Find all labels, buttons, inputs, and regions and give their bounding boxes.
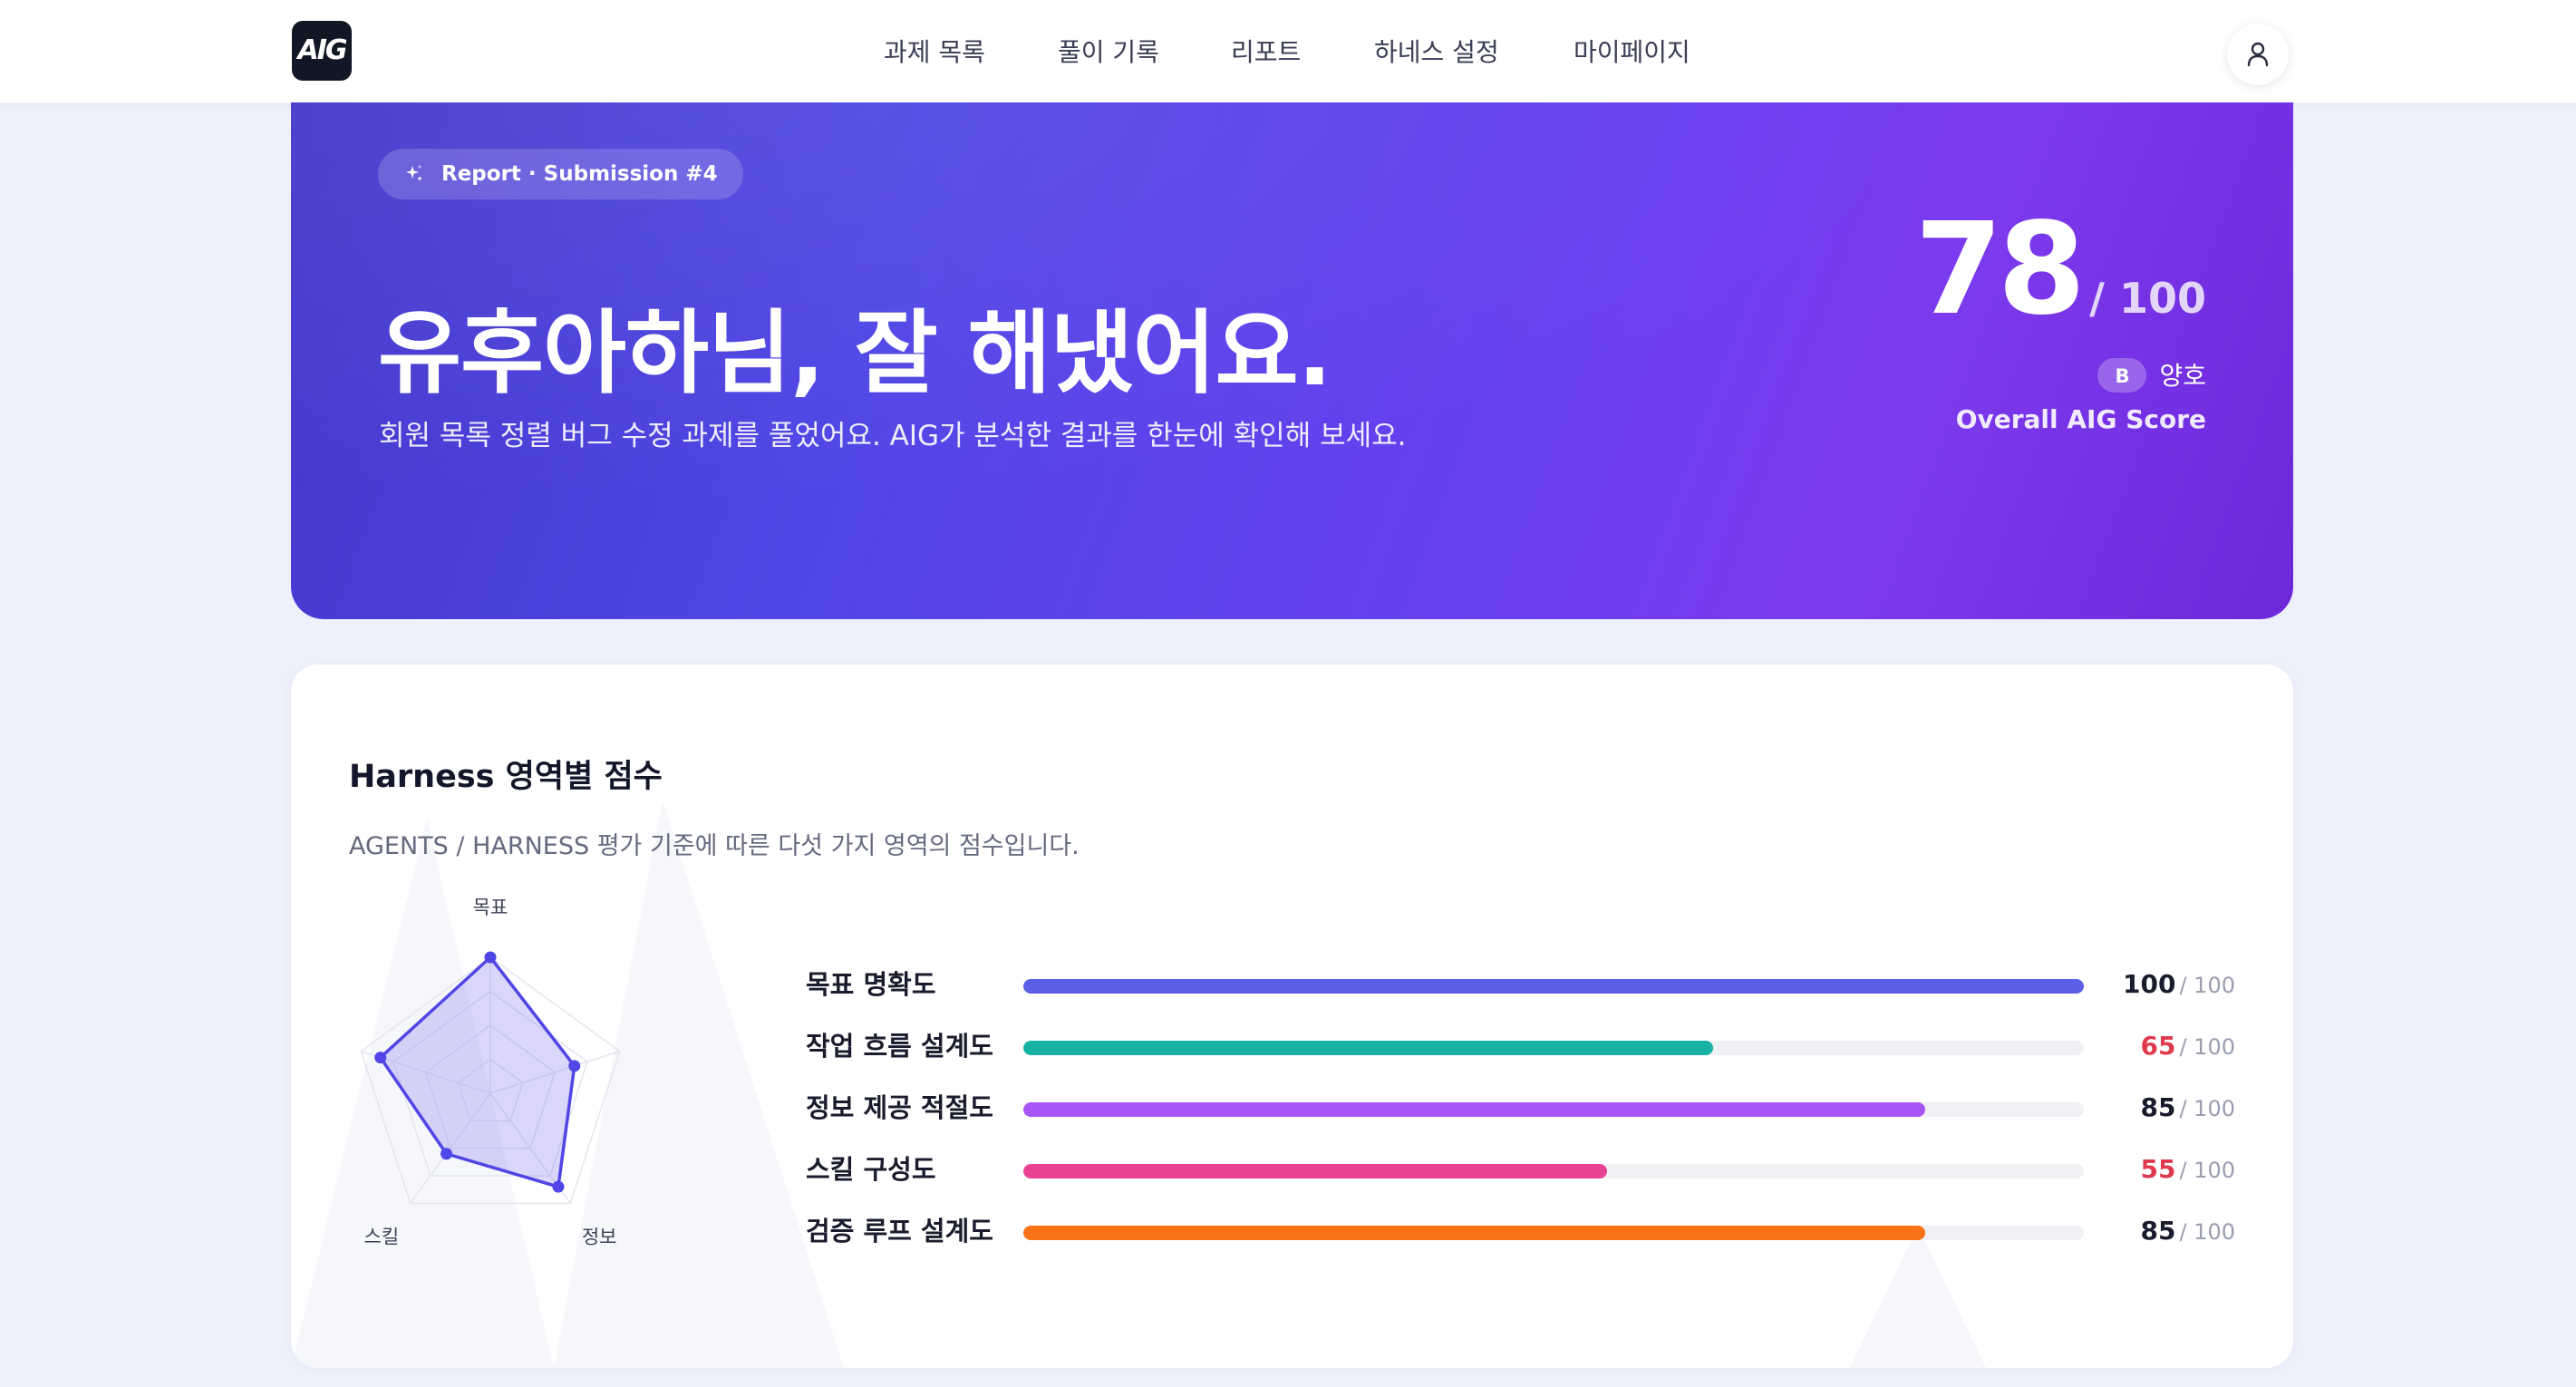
nav-item-harness-settings[interactable]: 하네스 설정 <box>1374 33 1499 69</box>
score-bar-value: 85 <box>2140 1092 2176 1122</box>
nav-item-report[interactable]: 리포트 <box>1231 33 1301 69</box>
overall-score: 78/ 100 <box>1914 207 2206 334</box>
page-subtitle: 회원 목록 정렬 버그 수정 과제를 풀었어요. AIG가 분석한 결과를 한눈… <box>379 420 1407 452</box>
score-bar-track <box>1023 1041 2084 1055</box>
score-bar-value: 65 <box>2140 1031 2176 1061</box>
score-bar-max: / 100 <box>2179 1096 2235 1121</box>
nav-item-history[interactable]: 풀이 기록 <box>1058 33 1159 69</box>
submission-chip: Report · Submission #4 <box>378 149 743 199</box>
score-bar-score: 65/ 100 <box>2141 1028 2236 1068</box>
score-bar-track <box>1023 979 2084 994</box>
score-bar-label: 검증 루프 설계도 <box>806 1216 993 1246</box>
score-bar-track <box>1023 1226 2084 1240</box>
score-bar-max: / 100 <box>2179 1034 2235 1060</box>
score-bar-max: / 100 <box>2179 973 2235 998</box>
score-bar-row: 목표 명확도 100/ 100 <box>291 966 2293 1003</box>
nav-item-tasks[interactable]: 과제 목록 <box>884 33 985 69</box>
overall-score-label: Overall AIG Score <box>1955 404 2206 434</box>
report-hero-banner: Report · Submission #4 유후아하님, 잘 해냈어요. 회원… <box>291 102 2293 619</box>
score-bar-value: 100 <box>2123 969 2176 999</box>
score-bar-list: 목표 명확도 100/ 100 작업 흐름 설계도 65/ 100 정보 제공 적절도 8… <box>291 664 2293 1368</box>
nav-item-mypage[interactable]: 마이페이지 <box>1574 33 1690 69</box>
score-bar-row: 검증 루프 설계도 85/ 100 <box>291 1213 2293 1249</box>
score-bar-track <box>1023 1164 2084 1178</box>
score-bar-value: 55 <box>2140 1154 2176 1184</box>
score-bar-score: 85/ 100 <box>2141 1090 2236 1130</box>
page-title: 유후아하님, 잘 해냈어요. <box>378 300 1332 406</box>
score-bar-track <box>1023 1102 2084 1117</box>
submission-chip-label: Report · Submission #4 <box>441 162 718 186</box>
score-bar-label: 작업 흐름 설계도 <box>806 1031 993 1062</box>
score-bar-label: 목표 명확도 <box>806 969 936 1000</box>
score-bar-max: / 100 <box>2179 1158 2235 1183</box>
grade-badge: B <box>2097 358 2147 393</box>
score-bar-label: 정보 제공 적절도 <box>806 1092 993 1123</box>
score-bar-fill <box>1023 1226 1925 1240</box>
top-navigation-bar: AIG 과제 목록 풀이 기록 리포트 하네스 설정 마이페이지 <box>0 0 2576 104</box>
score-bar-fill <box>1023 1041 1713 1055</box>
score-bar-fill <box>1023 1102 1925 1117</box>
grade-label: 양호 <box>2159 361 2206 391</box>
harness-score-card: Harness 영역별 점수 AGENTS / HARNESS 평가 기준에 따… <box>291 664 2293 1368</box>
overall-score-value: 78 <box>1914 196 2086 344</box>
score-bar-row: 작업 흐름 설계도 65/ 100 <box>291 1028 2293 1064</box>
score-bar-max: / 100 <box>2179 1219 2235 1245</box>
score-bar-label: 스킬 구성도 <box>806 1154 936 1185</box>
user-icon <box>2247 42 2269 67</box>
overall-score-max: / 100 <box>2089 274 2206 323</box>
score-bar-fill <box>1023 1164 1607 1178</box>
score-bar-score: 100/ 100 <box>2123 966 2235 1006</box>
sparkle-icon <box>406 165 422 181</box>
user-profile-button[interactable] <box>2227 24 2289 85</box>
score-bar-score: 55/ 100 <box>2141 1151 2236 1191</box>
score-bar-score: 85/ 100 <box>2141 1213 2236 1253</box>
main-nav: 과제 목록 풀이 기록 리포트 하네스 설정 마이페이지 <box>0 0 2576 102</box>
score-bar-value: 85 <box>2140 1216 2176 1246</box>
score-bar-row: 정보 제공 적절도 85/ 100 <box>291 1090 2293 1126</box>
score-bar-row: 스킬 구성도 55/ 100 <box>291 1151 2293 1188</box>
score-bar-fill <box>1023 979 2084 994</box>
grade-row: B 양호 <box>2097 358 2206 394</box>
